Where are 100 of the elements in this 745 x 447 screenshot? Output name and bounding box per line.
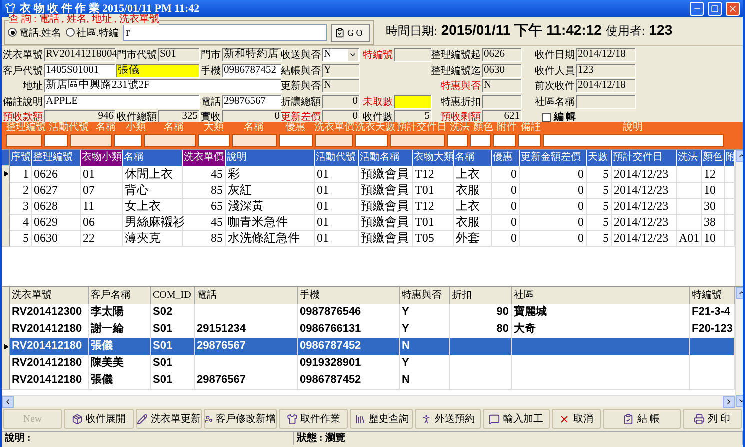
entry-input-field[interactable] xyxy=(470,134,491,147)
column-header[interactable]: 電話 xyxy=(195,287,298,305)
column-header[interactable]: 活動名稱 xyxy=(359,150,413,166)
entry-label: 預計交件日 xyxy=(397,122,447,134)
table-cell: 10 xyxy=(702,182,725,199)
query-input-field[interactable]: r xyxy=(123,24,328,41)
input-field[interactable] xyxy=(394,48,432,62)
input-field[interactable] xyxy=(576,94,636,108)
column-header[interactable]: 衣物小類 xyxy=(81,150,123,166)
column-header[interactable]: 衣物大類 xyxy=(413,150,454,166)
minimize-button[interactable] xyxy=(690,2,704,16)
toolbar-button[interactable]: 外送預約 xyxy=(415,409,481,429)
scroll-left-button[interactable] xyxy=(2,396,14,408)
input-field[interactable]: 張儀 xyxy=(116,64,200,78)
input-field[interactable]: 新和特約店 xyxy=(222,48,282,62)
column-header[interactable]: 特編號 xyxy=(690,287,735,305)
toolbar-button[interactable]: 取消 xyxy=(552,409,600,429)
column-header[interactable]: 顏色 xyxy=(702,150,725,166)
field-label: 地址 xyxy=(23,80,44,93)
column-header[interactable]: 優惠 xyxy=(492,150,520,166)
column-header[interactable]: 洗衣單價 xyxy=(183,150,226,166)
scrollbar[interactable] xyxy=(2,395,735,407)
entry-input-field[interactable] xyxy=(6,134,42,147)
entry-input-field[interactable] xyxy=(70,134,112,147)
entry-input-field[interactable] xyxy=(144,134,196,147)
toolbar-button[interactable]: 取件作業 xyxy=(278,409,348,429)
column-header[interactable]: 序號 xyxy=(10,150,32,166)
column-header[interactable]: 洗法 xyxy=(677,150,702,166)
toolbar-button[interactable]: 列 印 xyxy=(682,409,742,429)
current-row-icon xyxy=(2,171,8,177)
input-field[interactable]: APPLE xyxy=(44,94,200,108)
column-header[interactable]: 更新金額差價 xyxy=(520,150,587,166)
entry-input-field[interactable] xyxy=(543,134,724,147)
input-field[interactable]: 新店區中興路231號2F xyxy=(44,79,282,93)
close-icon xyxy=(559,414,570,424)
radio-option[interactable]: 電話.姓名 xyxy=(8,26,62,40)
input-field[interactable]: 0630 xyxy=(482,64,522,78)
close-button[interactable] xyxy=(726,2,740,16)
input-field[interactable]: S01 xyxy=(158,48,200,62)
table-cell: 5 xyxy=(587,214,612,231)
field-label: 收送與否 xyxy=(281,48,322,62)
input-field[interactable]: 0986787452 xyxy=(222,64,282,78)
maximize-button[interactable] xyxy=(708,2,722,16)
column-header[interactable]: 天數 xyxy=(587,150,612,166)
toolbar-button[interactable]: 客戶修改新增 xyxy=(204,409,277,429)
entry-input-field[interactable] xyxy=(447,134,468,147)
entry-input-field[interactable] xyxy=(315,134,353,147)
entry-input-field[interactable] xyxy=(355,134,388,147)
input-field[interactable]: 0626 xyxy=(482,48,522,62)
table-cell: 0987876546 xyxy=(298,304,400,322)
table-cell: 0919328901 xyxy=(298,355,400,373)
column-header[interactable]: 說明 xyxy=(226,150,315,166)
entry-label: 名稱 xyxy=(164,122,184,134)
entry-input-field[interactable] xyxy=(44,134,68,147)
go-button[interactable]: G O xyxy=(331,24,370,42)
toolbar-button[interactable]: 結 帳 xyxy=(602,409,681,429)
entry-input-field[interactable] xyxy=(518,134,541,147)
column-header[interactable]: 名稱 xyxy=(454,150,492,166)
column-header[interactable]: 整理編號 xyxy=(32,150,81,166)
input-field[interactable]: 2014/12/18 xyxy=(576,48,636,62)
radio-option[interactable]: 社區.特編 xyxy=(66,26,119,40)
scroll-right-button[interactable] xyxy=(723,396,735,408)
dropdown-field[interactable]: N xyxy=(322,48,360,62)
entry-input-field[interactable] xyxy=(279,134,313,147)
toolbar-button[interactable]: 洗衣單更新 xyxy=(136,409,202,429)
table-cell: 預繳會員 xyxy=(359,198,413,215)
table-cell: 大奇 xyxy=(512,321,690,339)
column-header[interactable]: 預計交件日 xyxy=(612,150,677,166)
entry-input-field[interactable] xyxy=(114,134,142,147)
input-field[interactable]: N xyxy=(322,79,360,93)
table-cell: 0 xyxy=(520,214,587,231)
input-field[interactable] xyxy=(394,94,432,108)
toolbar-button[interactable]: 收件展開 xyxy=(64,409,134,429)
entry-input-field[interactable] xyxy=(493,134,516,147)
input-field[interactable]: 0 xyxy=(322,94,360,108)
input-field[interactable]: 123 xyxy=(576,64,636,78)
toolbar-button[interactable]: 歷史查詢 xyxy=(350,409,414,429)
table-cell: N xyxy=(400,372,450,390)
column-header[interactable]: 折扣 xyxy=(450,287,512,305)
column-header[interactable]: 活動代號 xyxy=(315,150,359,166)
input-field[interactable]: 2014/12/18 xyxy=(576,79,636,93)
input-field[interactable]: 29876567 xyxy=(222,94,282,108)
entry-input-field[interactable] xyxy=(390,134,445,147)
entry-input-field[interactable] xyxy=(232,134,277,147)
entry-input-field[interactable] xyxy=(198,134,230,147)
toolbar-button[interactable]: 輸入加工 xyxy=(482,409,550,429)
column-header[interactable]: 特惠與否 xyxy=(400,287,450,305)
input-field[interactable]: Y xyxy=(322,64,360,78)
row-indicator[interactable] xyxy=(2,166,10,183)
column-header[interactable]: 社區 xyxy=(512,287,690,305)
input-field[interactable]: RV20141218004 xyxy=(44,48,116,62)
column-header[interactable]: 洗衣單號 xyxy=(10,287,89,305)
input-field[interactable] xyxy=(482,94,522,108)
input-field[interactable]: 1405S01001 xyxy=(44,64,116,78)
input-field[interactable]: N xyxy=(482,79,522,93)
column-header[interactable]: 客戶名稱 xyxy=(89,287,151,305)
column-header[interactable]: 手機 xyxy=(298,287,400,305)
column-header[interactable]: 名稱 xyxy=(123,150,183,166)
column-header[interactable]: COM_ID xyxy=(151,287,195,305)
table-cell: 淺深黃 xyxy=(226,198,315,215)
